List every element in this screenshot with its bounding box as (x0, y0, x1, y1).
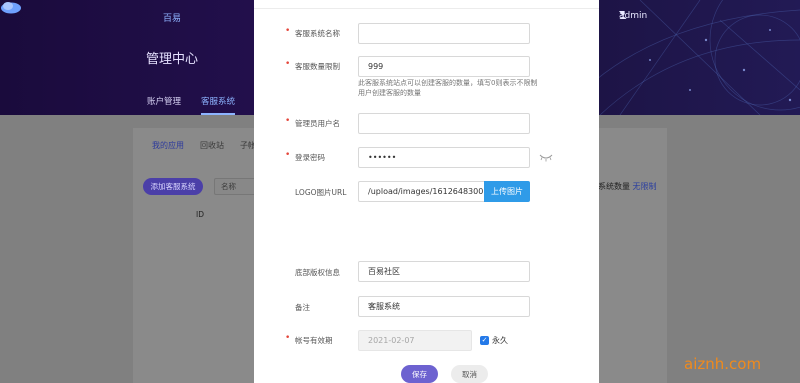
password-input[interactable]: •••••• (358, 147, 530, 168)
quantity-limit-label: 客服数量限制 (295, 62, 340, 71)
upload-image-button[interactable]: 上传图片 (484, 181, 530, 202)
remark-label: 备注 (295, 303, 310, 312)
eye-closed-icon[interactable] (539, 154, 553, 162)
name-search-input[interactable]: 名称 (214, 178, 256, 195)
tab-my-apps[interactable]: 我的应用 (152, 140, 184, 151)
cancel-button[interactable]: 取消 (451, 365, 488, 383)
system-name-input[interactable] (358, 23, 530, 44)
logo-url-input[interactable]: /upload/images/1612648300.jp (358, 181, 493, 202)
page-title: 管理中心 (146, 52, 199, 67)
logo-text: 百易 (163, 14, 182, 24)
remark-input[interactable]: 客服系统 (358, 296, 530, 317)
nav-item-cs-system[interactable]: 客服系统 (201, 95, 235, 115)
permanent-checkbox[interactable]: ✓ (480, 336, 489, 345)
nav-item-accounts[interactable]: 账户管理 (147, 95, 181, 115)
quota-value[interactable]: 无限制 (633, 182, 657, 191)
permanent-label: 永久 (492, 336, 508, 345)
sub-tabs: 我的应用 回收站 子帐 (152, 140, 256, 151)
watermark: aiznh.com (684, 355, 762, 373)
expiry-label: 帐号有效期 (295, 336, 333, 345)
system-name-label: 客服系统名称 (295, 29, 340, 38)
modal-header-edge (254, 0, 599, 9)
logo-icon (1, 2, 21, 14)
tab-recycle-bin[interactable]: 回收站 (200, 140, 224, 151)
admin-user-input[interactable] (358, 113, 530, 134)
top-nav: 账户管理 客服系统 (147, 95, 235, 115)
quantity-limit-input[interactable]: 999 (358, 56, 530, 77)
required-mark: • (285, 150, 291, 160)
save-button[interactable]: 保存 (401, 365, 438, 383)
caret-down-icon (619, 11, 625, 15)
edit-system-modal: • 客服系统名称 • 客服数量限制 999 此客服系统站点可以创建客服的数量，填… (254, 0, 599, 383)
required-mark: • (285, 333, 291, 343)
required-mark: • (285, 26, 291, 36)
required-mark: • (285, 59, 291, 69)
admin-user-label: 管理员用户名 (295, 119, 340, 128)
required-mark: • (285, 116, 291, 126)
quota-label: 系统数量 (598, 182, 630, 191)
add-cs-system-button[interactable]: 添加客服系统 (143, 178, 203, 195)
password-label: 登录密码 (295, 153, 325, 162)
user-menu[interactable]: admin (619, 11, 647, 21)
quantity-limit-hint: 此客服系统站点可以创建客服的数量，填写0则表示不限制用户创建客服的数量 (358, 79, 538, 97)
footer-copyright-label: 底部版权信息 (295, 268, 340, 277)
footer-copyright-input[interactable]: 百易社区 (358, 261, 530, 282)
expiry-date-input[interactable]: 2021-02-07 (358, 330, 472, 351)
quota-info: 系统数量 无限制 (598, 181, 657, 192)
logo-url-label: LOGO图片URL (295, 188, 347, 197)
column-header-id: ID (196, 210, 204, 219)
